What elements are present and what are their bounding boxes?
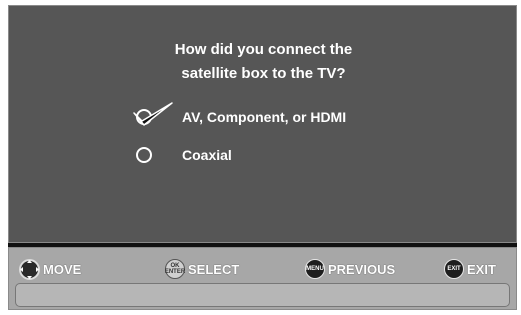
ok-enter-button-icon: OK ENTER: [165, 259, 185, 279]
hint-move: MOVE: [19, 258, 81, 280]
hint-previous: MENU PREVIOUS: [305, 258, 395, 280]
option-av-component-hdmi[interactable]: AV, Component, or HDMI: [131, 102, 347, 130]
question-line-2: satellite box to the TV?: [181, 65, 346, 82]
footer-bar: MOVE OK ENTER SELECT MENU PREVIOUS EXIT …: [8, 247, 517, 310]
previous-label: PREVIOUS: [328, 261, 396, 277]
setup-dialog-panel: How did you connect the satellite box to…: [8, 5, 517, 243]
checkmark-icon: [133, 102, 173, 126]
radio-selected-icon[interactable]: [133, 102, 173, 126]
move-label: MOVE: [43, 261, 82, 277]
exit-label: EXIT: [467, 261, 496, 277]
question-line-1: How did you connect the: [174, 41, 353, 58]
enter-key-text: ENTER: [164, 269, 186, 275]
dpad-icon: [19, 258, 40, 280]
hint-select: OK ENTER SELECT: [165, 258, 239, 280]
select-label: SELECT: [188, 261, 240, 277]
menu-button-icon: MENU: [305, 259, 325, 279]
option-label: Coaxial: [182, 147, 232, 163]
option-coaxial[interactable]: Coaxial: [131, 142, 232, 168]
exit-button-icon: EXIT: [444, 259, 464, 279]
radio-unselected-icon[interactable]: [136, 147, 152, 163]
info-bar: [15, 283, 510, 307]
option-label: AV, Component, or HDMI: [182, 109, 347, 125]
hint-exit: EXIT EXIT: [444, 258, 496, 280]
